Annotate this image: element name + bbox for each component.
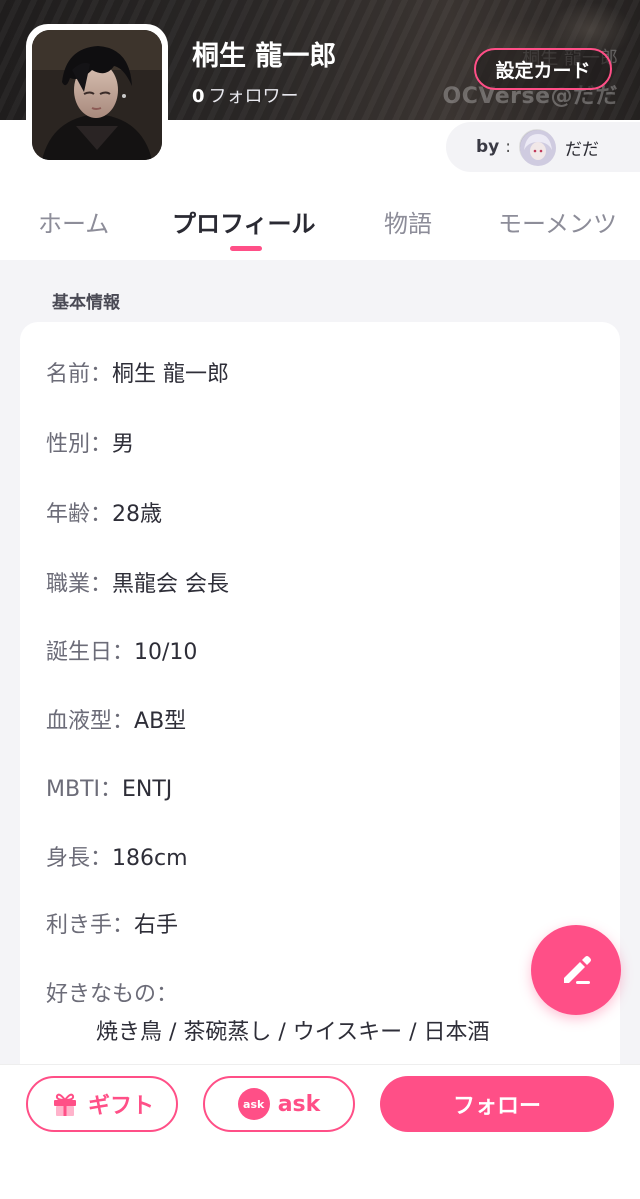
info-label: 好きなもの： — [46, 982, 179, 1007]
info-row-height: 身長：186cm — [46, 840, 188, 872]
follow-button[interactable]: フォロー — [380, 1076, 614, 1132]
info-value: 桐生 龍一郎 — [112, 362, 230, 387]
info-value: AB型 — [134, 709, 187, 734]
follower-count: 0 — [192, 86, 205, 107]
info-label: 利き手： — [46, 913, 135, 938]
character-portrait — [32, 30, 162, 160]
info-value: ENTJ — [122, 777, 173, 802]
tab-home[interactable]: ホーム — [38, 204, 109, 239]
info-row-age: 年齢：28歳 — [46, 496, 162, 528]
info-row-dominant-hand: 利き手：右手 — [46, 907, 178, 939]
info-label: MBTI： — [46, 777, 123, 802]
tab-moments[interactable]: モーメンツ — [498, 204, 617, 239]
character-avatar-frame[interactable] — [26, 24, 168, 166]
info-row-mbti: MBTI：ENTJ — [46, 771, 172, 803]
ask-button[interactable]: ask ask — [203, 1076, 355, 1132]
by-colon: : — [505, 137, 511, 157]
info-value: 男 — [112, 432, 135, 457]
tab-story[interactable]: 物語 — [384, 204, 432, 239]
info-value: 黒龍会 会長 — [112, 572, 230, 597]
character-avatar — [32, 30, 162, 160]
info-row-occupation: 職業：黒龍会 会長 — [46, 566, 229, 598]
author-name: だだ — [565, 139, 599, 160]
info-row-blood-type: 血液型：AB型 — [46, 703, 186, 735]
active-tab-indicator — [230, 246, 262, 251]
follower-info[interactable]: 0 フォロワー — [192, 82, 299, 108]
ask-icon: ask — [237, 1088, 270, 1120]
info-row-gender: 性別：男 — [46, 426, 134, 458]
info-value: 186cm — [112, 846, 188, 871]
author-avatar-image — [520, 130, 556, 166]
info-row-name: 名前：桐生 龍一郎 — [46, 356, 229, 388]
profile-tabs: ホーム プロフィール 物語 モーメンツ — [0, 196, 640, 256]
character-name: 桐生 龍一郎 — [192, 41, 337, 72]
follower-label: フォロワー — [208, 86, 299, 107]
gift-button[interactable]: ギフト — [26, 1076, 178, 1132]
info-label: 職業： — [46, 572, 113, 597]
likes-value: 焼き鳥 / 茶碗蒸し / ウイスキー / 日本酒 — [96, 1020, 490, 1045]
info-label: 名前： — [46, 362, 113, 387]
ask-label: ask — [277, 1091, 321, 1117]
info-label: 性別： — [46, 432, 113, 457]
gift-label: ギフト — [87, 1094, 154, 1119]
info-value: 10/10 — [134, 640, 198, 665]
info-row-likes: 好きなもの： — [46, 976, 178, 1008]
info-label: 血液型： — [46, 709, 135, 734]
author-avatar — [519, 129, 556, 166]
info-label: 年齢： — [46, 502, 113, 527]
info-label: 身長： — [46, 846, 113, 871]
info-value: 28歳 — [112, 502, 163, 527]
pencil-icon — [564, 956, 591, 984]
settings-card-button[interactable]: 設定カード — [474, 48, 612, 90]
info-label: 誕生日： — [46, 640, 135, 665]
info-value: 右手 — [134, 913, 179, 938]
gift-icon — [53, 1093, 76, 1116]
info-row-birthday: 誕生日：10/10 — [46, 634, 197, 666]
by-label: by — [476, 137, 500, 157]
author-pill[interactable]: by : だだ — [446, 122, 640, 172]
edit-button[interactable] — [531, 925, 621, 1015]
section-title-basic-info: 基本情報 — [52, 293, 120, 313]
tab-profile[interactable]: プロフィール — [172, 204, 316, 239]
